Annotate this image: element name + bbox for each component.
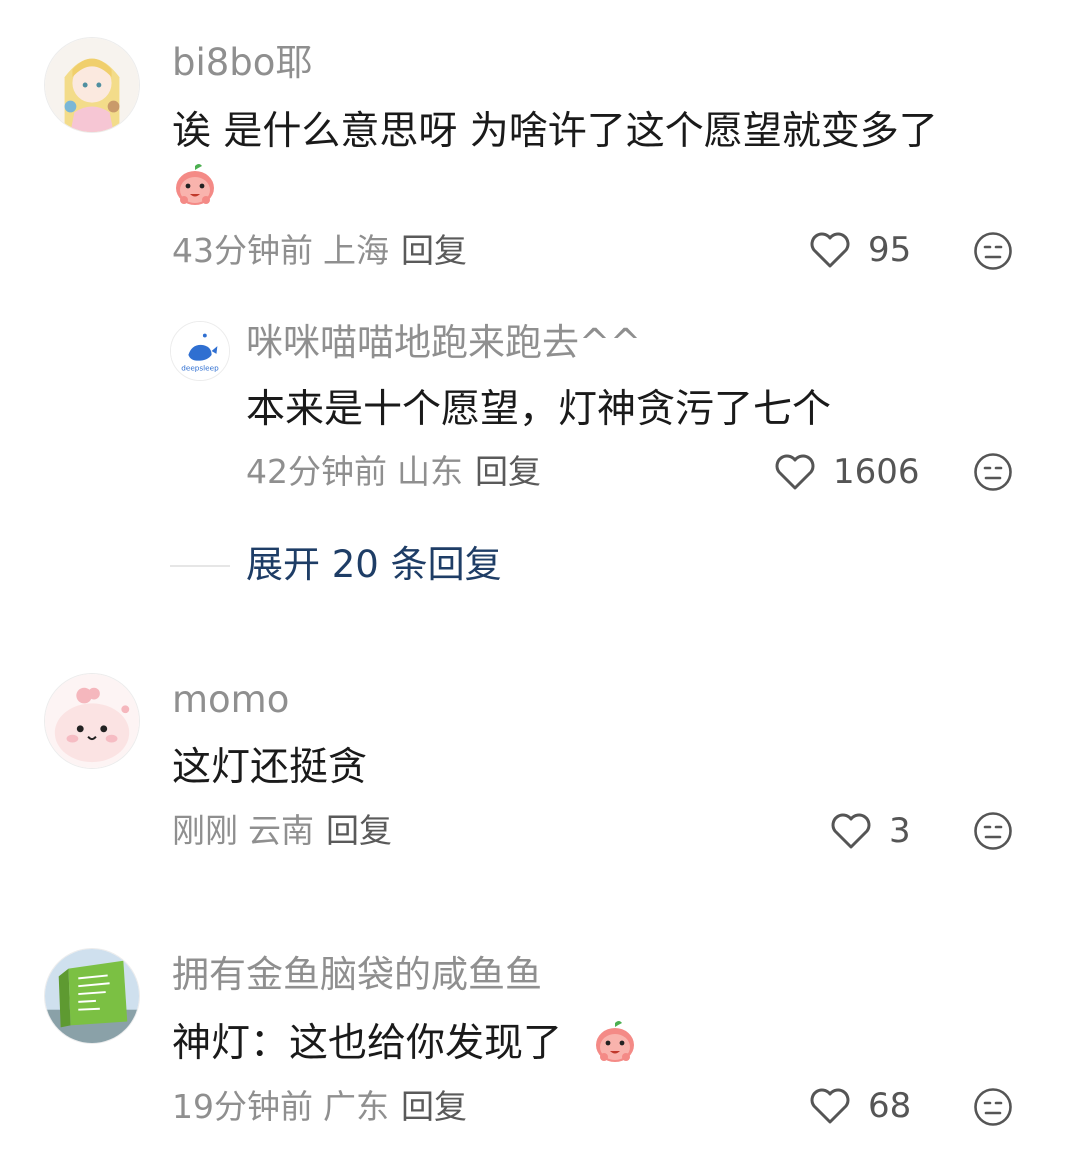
heart-icon — [775, 454, 815, 490]
location: 山东 — [397, 452, 463, 491]
like-count: 3 — [889, 811, 911, 851]
meh-face-icon — [974, 232, 1012, 270]
avatar[interactable] — [44, 673, 140, 769]
location: 上海 — [323, 231, 389, 270]
comment-meta: 19分钟前 广东 回复 — [172, 1090, 467, 1123]
expand-replies-button[interactable]: 展开 20 条回复 — [246, 546, 502, 583]
green-building-avatar-icon — [45, 949, 139, 1043]
location: 云南 — [248, 811, 314, 850]
comment-text: 本来是十个愿望，灯神贪污了七个 — [246, 387, 832, 432]
peach-face-emoji-icon — [592, 1019, 638, 1065]
heart-icon — [810, 1088, 850, 1124]
timestamp: 19分钟前 — [172, 1087, 313, 1126]
username[interactable]: 拥有金鱼脑袋的咸鱼鱼 — [172, 956, 542, 993]
pink-blob-avatar-icon — [45, 674, 139, 768]
location: 广东 — [323, 1087, 389, 1126]
heart-icon — [831, 813, 871, 849]
dislike-button[interactable] — [973, 452, 1013, 492]
dislike-button[interactable] — [973, 231, 1013, 271]
comment-meta: 43分钟前 上海 回复 — [172, 234, 467, 267]
avatar[interactable] — [44, 37, 140, 133]
like-count: 68 — [868, 1086, 912, 1126]
dislike-button[interactable] — [973, 811, 1013, 851]
comment-meta: 刚刚 云南 回复 — [172, 814, 392, 847]
heart-icon — [810, 232, 850, 268]
comment-list: bi8bo耶 诶 是什么意思呀 为啥许了这个愿望就变多了 43分钟前 上海 回复 9… — [0, 0, 1079, 1161]
like-button[interactable]: 1606 — [773, 452, 920, 492]
reply-button[interactable]: 回复 — [326, 811, 392, 850]
like-count: 95 — [868, 230, 912, 270]
username[interactable]: 咪咪喵喵地跑来跑去^^ — [246, 324, 641, 361]
username[interactable]: bi8bo耶 — [172, 44, 312, 81]
meh-face-icon — [974, 453, 1012, 491]
reply-button[interactable]: 回复 — [401, 231, 467, 270]
comment-text: 神灯：这也给你发现了 — [172, 1021, 563, 1066]
avatar[interactable]: deepsleep — [170, 321, 230, 381]
timestamp: 刚刚 — [172, 811, 238, 850]
expand-divider — [170, 565, 230, 567]
reply-button[interactable]: 回复 — [475, 452, 541, 491]
like-count: 1606 — [833, 452, 920, 492]
meh-face-icon — [974, 1088, 1012, 1126]
reply-button[interactable]: 回复 — [401, 1087, 467, 1126]
avatar[interactable] — [44, 948, 140, 1044]
whale-logo-avatar-icon: deepsleep — [171, 322, 229, 380]
like-button[interactable]: 68 — [808, 1086, 911, 1126]
anime-girl-avatar-icon — [45, 38, 139, 132]
timestamp: 43分钟前 — [172, 231, 313, 270]
timestamp: 42分钟前 — [246, 452, 387, 491]
username[interactable]: momo — [172, 681, 289, 718]
comment-text: 诶 是什么意思呀 为啥许了这个愿望就变多了 — [172, 109, 938, 154]
avatar-logo-text: deepsleep — [181, 363, 219, 372]
comment-meta: 42分钟前 山东 回复 — [246, 455, 541, 488]
peach-face-emoji-icon — [172, 162, 218, 208]
like-button[interactable]: 95 — [808, 230, 911, 270]
comment-text: 这灯还挺贪 — [172, 745, 368, 790]
dislike-button[interactable] — [973, 1087, 1013, 1127]
like-button[interactable]: 3 — [829, 811, 911, 851]
meh-face-icon — [974, 812, 1012, 850]
